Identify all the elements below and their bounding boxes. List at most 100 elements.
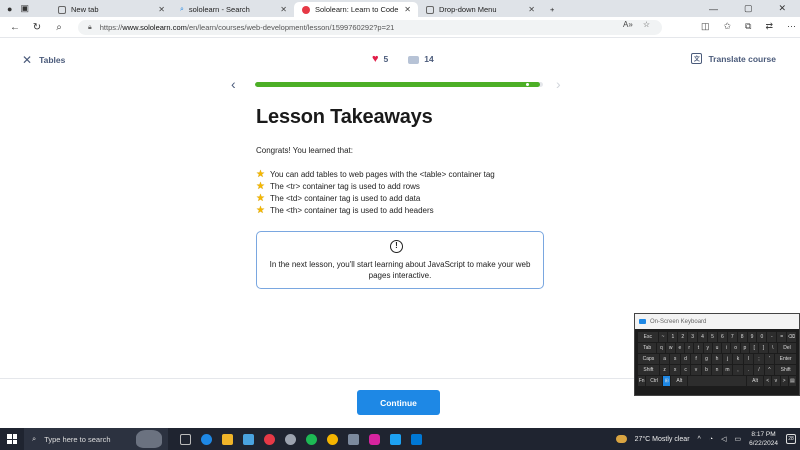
osk-key[interactable]: Tab — [638, 343, 657, 353]
close-window-icon[interactable]: ✕ — [778, 3, 786, 14]
osk-key[interactable] — [688, 376, 747, 386]
weather-icon[interactable] — [615, 435, 627, 443]
spotify-icon[interactable] — [306, 433, 317, 445]
osk-key[interactable]: g — [701, 354, 712, 364]
translate-browser-icon[interactable]: ⇄ — [765, 21, 773, 32]
comments-button[interactable]: 14 — [408, 54, 434, 64]
osk-key[interactable]: 4 — [698, 332, 708, 342]
vscode-icon[interactable] — [411, 433, 422, 445]
osk-key[interactable]: Alt — [671, 376, 688, 386]
osk-key[interactable]: Del — [777, 343, 797, 353]
osk-key[interactable]: x — [670, 365, 680, 375]
osk-key[interactable]: m — [722, 365, 733, 375]
close-tab-icon[interactable]: ✕ — [158, 5, 165, 14]
osk-key[interactable]: e — [675, 343, 685, 353]
osk-key[interactable]: [ — [750, 343, 759, 353]
start-button[interactable] — [0, 434, 24, 444]
tab-sololearn[interactable]: Sololearn: Learn to Code ✕ — [294, 2, 418, 17]
next-page-chevron-icon[interactable]: › — [556, 76, 561, 92]
settings-icon[interactable] — [285, 433, 296, 445]
osk-key[interactable]: c — [680, 365, 691, 375]
split-screen-icon[interactable]: ◫ — [701, 21, 710, 32]
osk-key[interactable]: Esc — [638, 332, 658, 342]
osk-key[interactable]: 2 — [678, 332, 688, 342]
osk-key[interactable]: o — [731, 343, 740, 353]
osk-key[interactable]: Caps — [638, 354, 659, 364]
lock-icon[interactable]: 🔒︎ — [88, 24, 92, 32]
osk-key[interactable]: 0 — [757, 332, 767, 342]
osk-key[interactable]: ▤ — [788, 376, 796, 386]
osk-key[interactable]: b — [701, 365, 712, 375]
osk-key[interactable]: . — [743, 365, 754, 375]
osk-key[interactable]: , — [733, 365, 743, 375]
osk-key[interactable]: l — [743, 354, 754, 364]
notifications-badge[interactable]: 28 — [786, 434, 796, 444]
osk-key[interactable]: ^ — [764, 365, 775, 375]
file-explorer-icon[interactable] — [222, 433, 233, 445]
new-tab-button[interactable]: + — [542, 2, 562, 17]
more-menu-icon[interactable]: ⋯ — [787, 21, 796, 32]
maximize-icon[interactable]: ▢ — [744, 3, 753, 14]
osk-key[interactable]: Ctrl — [646, 376, 663, 386]
osk-key[interactable]: p — [740, 343, 750, 353]
collections-icon[interactable]: ⧉ — [745, 21, 751, 32]
tab-dropdown-menu[interactable]: Drop-down Menu ✕ — [418, 2, 542, 17]
continue-button[interactable]: Continue — [357, 390, 440, 415]
osk-key[interactable]: f — [691, 354, 701, 364]
mail-icon[interactable] — [243, 433, 254, 445]
osk-key[interactable]: 9 — [747, 332, 757, 342]
osk-key[interactable]: Alt — [747, 376, 764, 386]
osk-key[interactable]: ⌫ — [787, 332, 797, 342]
previous-page-chevron-icon[interactable]: ‹ — [231, 76, 236, 92]
osk-key[interactable]: q — [657, 343, 666, 353]
osk-key[interactable]: n — [712, 365, 722, 375]
osk-key[interactable]: 8 — [737, 332, 747, 342]
osk-key[interactable]: v — [691, 365, 701, 375]
osk-key[interactable]: h — [712, 354, 722, 364]
osk-key[interactable]: Enter — [775, 354, 797, 364]
osk-key[interactable]: Shift — [775, 365, 797, 375]
close-tab-icon[interactable]: ✕ — [404, 5, 411, 14]
edge-icon[interactable] — [201, 433, 212, 445]
clock[interactable]: 8:17 PM 6/22/2024 — [749, 430, 778, 448]
osk-key[interactable]: 5 — [708, 332, 717, 342]
osk-key[interactable]: ' — [764, 354, 775, 364]
photos-icon[interactable] — [348, 433, 359, 445]
tab-search[interactable]: ⌕ sololearn - Search ✕ — [172, 2, 294, 17]
osk-key[interactable]: d — [680, 354, 691, 364]
close-lesson-button[interactable]: ✕ Tables — [22, 53, 65, 67]
osk-key[interactable]: < — [764, 376, 772, 386]
osk-key[interactable]: \ — [768, 343, 777, 353]
battery-icon[interactable]: ▭ — [734, 435, 741, 443]
search-highlight-image[interactable] — [136, 430, 162, 448]
osk-key[interactable]: a — [659, 354, 670, 364]
refresh-icon[interactable]: ↻ — [26, 22, 48, 33]
osk-key[interactable]: 7 — [727, 332, 737, 342]
osk-key[interactable]: = — [777, 332, 787, 342]
osk-key[interactable]: / — [754, 365, 764, 375]
translate-course-button[interactable]: 文 Translate course — [691, 53, 776, 64]
twitter-icon[interactable] — [390, 433, 401, 445]
osk-key[interactable]: i — [722, 343, 731, 353]
close-tab-icon[interactable]: ✕ — [280, 5, 287, 14]
osk-title-bar[interactable]: On-Screen Keyboard — [635, 314, 799, 329]
osk-key[interactable]: w — [666, 343, 675, 353]
osk-key[interactable]: y — [703, 343, 712, 353]
osk-key[interactable]: ~ — [658, 332, 668, 342]
osk-key[interactable]: t — [694, 343, 703, 353]
osk-key[interactable]: v — [772, 376, 780, 386]
osk-key[interactable]: - — [767, 332, 777, 342]
profile-icon[interactable]: ● — [7, 4, 12, 14]
network-icon[interactable]: ◔ — [709, 436, 713, 443]
tab-actions-icon[interactable]: ▣ — [20, 3, 29, 14]
osk-key[interactable]: k — [733, 354, 743, 364]
osk-key[interactable]: ⊞ — [663, 376, 671, 386]
brave-icon[interactable] — [264, 433, 275, 445]
instagram-icon[interactable] — [369, 433, 380, 445]
osk-key[interactable]: ; — [754, 354, 764, 364]
osk-key[interactable]: r — [685, 343, 694, 353]
chrome-icon[interactable] — [327, 433, 338, 445]
osk-key[interactable]: s — [670, 354, 680, 364]
volume-icon[interactable]: ◁ — [721, 435, 726, 443]
read-aloud-icon[interactable]: A» — [623, 20, 633, 29]
